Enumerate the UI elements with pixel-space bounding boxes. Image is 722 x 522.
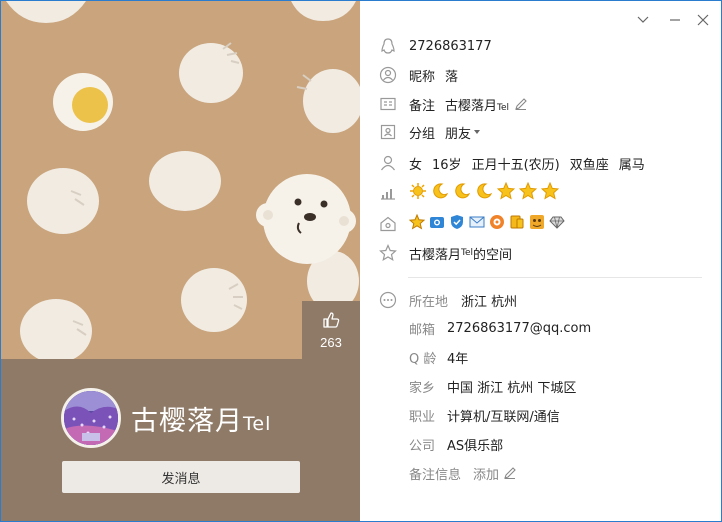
info-panel: 2726863177 昵称落 备注 古樱落月Tel 分组 朋友 女 16岁 正月…	[360, 1, 721, 521]
remark-info-label: 备注信息	[409, 467, 462, 483]
profile-card-window: 263 古樱落月Tel 发消息 2726863177 昵称 落 备注 古樱落月T…	[0, 0, 722, 522]
star-icon	[518, 181, 538, 204]
person-circle-icon	[378, 65, 398, 85]
wallet-icon[interactable]	[509, 214, 525, 234]
like-count: 263	[320, 334, 342, 350]
house-badge-icon	[378, 214, 398, 234]
person-icon	[378, 153, 398, 173]
caret-down-icon	[474, 130, 481, 134]
thumbs-up-icon	[322, 311, 340, 333]
nickname-label: 昵称	[409, 69, 436, 85]
age: 16岁	[432, 157, 462, 173]
occupation-label: 职业	[409, 409, 436, 425]
zodiac: 双鱼座	[569, 157, 609, 173]
level-chart-icon	[378, 183, 398, 203]
sun-icon	[409, 182, 427, 204]
hometown-value: 中国 浙江 杭州 下城区	[447, 380, 577, 396]
star-icon	[496, 181, 516, 204]
birthday: 正月十五(农历)	[471, 157, 560, 173]
qq-number: 2726863177	[409, 38, 492, 54]
mail-icon[interactable]	[469, 214, 485, 234]
contact-card-icon	[378, 122, 398, 142]
gender: 女	[409, 157, 423, 173]
penguin-icon	[378, 36, 398, 56]
email-label: 邮箱	[409, 322, 436, 338]
edit-remark-icon[interactable]	[514, 97, 528, 111]
shield-icon[interactable]	[449, 214, 465, 234]
qzone-link[interactable]: 古樱落月 Tel 的空间	[409, 244, 512, 263]
cover-panel: 263 古樱落月Tel 发消息	[1, 1, 360, 521]
group-dropdown[interactable]: 朋友	[445, 123, 481, 142]
remark-label: 备注	[409, 98, 436, 114]
game-pet-icon[interactable]	[529, 214, 545, 234]
avatar[interactable]	[61, 388, 121, 448]
level-badges[interactable]	[409, 181, 563, 204]
display-name: 古樱落月Tel	[131, 406, 272, 437]
hometown-label: 家乡	[409, 380, 436, 396]
moon-icon	[431, 182, 449, 204]
minimize-icon[interactable]	[665, 11, 685, 29]
q-age-value: 4年	[447, 351, 469, 367]
display-name-suffix: Tel	[243, 413, 272, 435]
edit-icon[interactable]	[503, 466, 517, 480]
send-message-button[interactable]: 发消息	[62, 461, 300, 493]
close-icon[interactable]	[693, 11, 713, 29]
add-remark-link[interactable]: 添加	[473, 464, 499, 483]
diamond-icon[interactable]	[549, 214, 565, 234]
location-value: 浙江 杭州	[461, 294, 518, 310]
id-card-icon	[378, 94, 398, 114]
star-outline-icon	[378, 243, 398, 263]
service-badges[interactable]	[408, 213, 569, 234]
like-button[interactable]: 263	[302, 301, 360, 359]
vip-crown-icon[interactable]	[408, 213, 426, 234]
chevron-down-icon[interactable]	[633, 11, 653, 29]
location-label: 所在地	[409, 294, 449, 310]
more-dots-icon[interactable]	[378, 290, 398, 310]
remark-suffix: Tel	[497, 102, 510, 113]
occupation-value: 计算机/互联网/通信	[447, 409, 560, 425]
camera-icon[interactable]	[429, 214, 445, 234]
company-label: 公司	[409, 438, 436, 454]
moon-icon	[475, 182, 493, 204]
group-label: 分组	[409, 126, 436, 142]
chinese-zodiac: 属马	[618, 157, 645, 173]
company-value: AS俱乐部	[447, 438, 504, 454]
moon-icon	[453, 182, 471, 204]
star-icon	[540, 181, 560, 204]
q-age-label: Q 龄	[409, 351, 437, 367]
divider	[408, 277, 702, 278]
profile-banner	[1, 359, 360, 521]
nickname-value: 落	[445, 69, 459, 85]
music-icon[interactable]	[489, 214, 505, 234]
remark-value: 古樱落月Tel	[445, 98, 510, 114]
email-value: 2726863177@qq.com	[447, 320, 592, 336]
